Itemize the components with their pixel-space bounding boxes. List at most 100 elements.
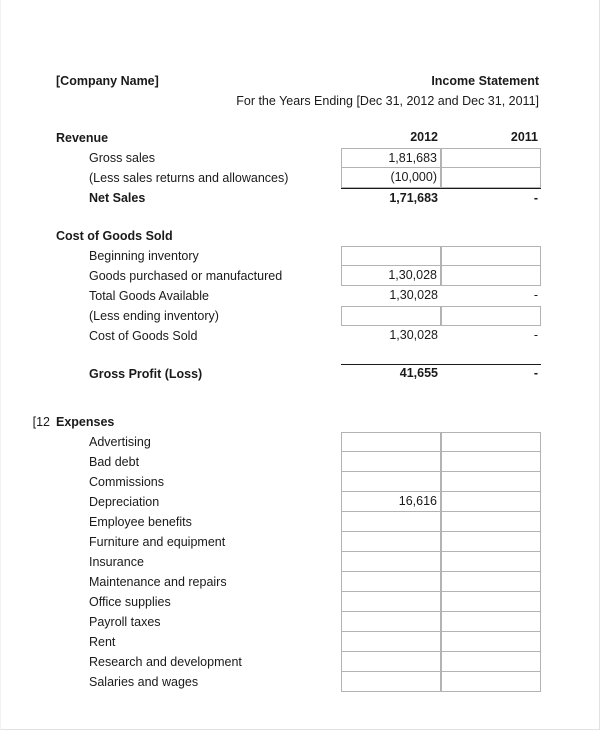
value-cell-2011[interactable]	[441, 452, 541, 472]
table-row: Office supplies	[1, 592, 599, 612]
table-row-subtotal: Total Goods Available 1,30,028 -	[1, 286, 599, 306]
table-row: Salaries and wages	[1, 672, 599, 692]
column-header-2011: 2011	[510, 130, 538, 144]
margin-note: 12]	[32, 415, 50, 429]
value-cell-2011[interactable]	[441, 148, 541, 168]
value-cell-2011[interactable]	[441, 472, 541, 492]
value-cell-2011[interactable]	[441, 632, 541, 652]
value-cell-2012[interactable]: 16,616	[341, 492, 441, 512]
company-name: [Company Name]	[56, 74, 159, 88]
value-cell-2012[interactable]	[341, 452, 441, 472]
line-item-label: Furniture and equipment	[89, 534, 226, 549]
section-heading-cost-of-goods-sold: Cost of Goods Sold	[56, 228, 173, 243]
total-cell-2012: 1,71,683	[341, 188, 441, 208]
line-item-label: (Less ending inventory)	[89, 308, 219, 323]
statement-body: Revenue 2012 2011 Gross sales 1,81,683 (…	[1, 128, 599, 692]
value-cell-2012[interactable]	[341, 306, 441, 326]
value-cell-2011[interactable]	[441, 492, 541, 512]
value-cell-2011[interactable]	[441, 168, 541, 188]
table-row: Commissions	[1, 472, 599, 492]
table-row: Rent	[1, 632, 599, 652]
value-cell-2012[interactable]	[341, 632, 441, 652]
value-cell-2011[interactable]	[441, 306, 541, 326]
table-row: Research and development	[1, 652, 599, 672]
document-title: Income Statement	[431, 74, 539, 88]
line-item-label: Employee benefits	[89, 514, 192, 529]
table-row: Bad debt	[1, 452, 599, 472]
value-cell-2012[interactable]	[341, 432, 441, 452]
table-row: Employee benefits	[1, 512, 599, 532]
value-cell-2012[interactable]: 1,30,028	[341, 266, 441, 286]
revenue-heading-row: Revenue 2012 2011	[1, 128, 599, 148]
table-row: Maintenance and repairs	[1, 572, 599, 592]
value-cell-2012[interactable]: 1,81,683	[341, 148, 441, 168]
table-row-subtotal: Cost of Goods Sold 1,30,028 -	[1, 326, 599, 346]
subtotal-label-cost-of-goods-sold: Cost of Goods Sold	[89, 328, 198, 343]
value-cell-2011[interactable]	[441, 652, 541, 672]
table-row: Insurance	[1, 552, 599, 572]
value-cell-2012[interactable]: (10,000)	[341, 168, 441, 188]
subtotal-label-total-goods-available: Total Goods Available	[89, 288, 209, 303]
line-item-label: Depreciation	[89, 494, 160, 509]
value-cell-2011[interactable]	[441, 432, 541, 452]
line-item-label: Insurance	[89, 554, 144, 569]
value-cell-2012[interactable]	[341, 532, 441, 552]
value-cell-2012[interactable]	[341, 472, 441, 492]
income-statement-document: [Company Name] Income Statement For the …	[0, 0, 600, 730]
line-item-label: Rent	[89, 634, 116, 649]
table-row: (Less ending inventory)	[1, 306, 599, 326]
value-cell-2012[interactable]	[341, 652, 441, 672]
value-cell-2012[interactable]	[341, 612, 441, 632]
value-cell-2011[interactable]	[441, 532, 541, 552]
value-cell-2012[interactable]	[341, 512, 441, 532]
value-cell-2011[interactable]	[441, 512, 541, 532]
table-row: (Less sales returns and allowances) (10,…	[1, 168, 599, 188]
value-cell-2012[interactable]	[341, 672, 441, 692]
line-item-label: Gross sales	[89, 150, 155, 165]
subtotal-cell-2012: 1,30,028	[389, 288, 438, 302]
table-row: Furniture and equipment	[1, 532, 599, 552]
line-item-label: Advertising	[89, 434, 151, 449]
expenses-heading-row: 12] Expenses	[1, 412, 599, 432]
subtotal-cell-2011: -	[533, 328, 538, 342]
value-cell-2012[interactable]	[341, 552, 441, 572]
value-cell-2011[interactable]	[441, 266, 541, 286]
subtotal-cell-2012: 1,30,028	[389, 328, 438, 342]
value-cell-2012[interactable]	[341, 592, 441, 612]
subtotal-cell-2011: -	[533, 288, 538, 302]
value-cell-2012[interactable]	[341, 246, 441, 266]
gross-profit-row: Gross Profit (Loss) 41,655 -	[1, 364, 599, 384]
line-item-label: Research and development	[89, 654, 242, 669]
table-row: Gross sales 1,81,683	[1, 148, 599, 168]
line-item-label: Payroll taxes	[89, 614, 161, 629]
line-item-label: Commissions	[89, 474, 165, 489]
value-cell-2011[interactable]	[441, 612, 541, 632]
line-item-label: Goods purchased or manufactured	[89, 268, 283, 283]
line-item-label: Salaries and wages	[89, 674, 199, 689]
table-row: Goods purchased or manufactured 1,30,028	[1, 266, 599, 286]
value-cell-2012[interactable]	[341, 572, 441, 592]
value-cell-2011[interactable]	[441, 246, 541, 266]
cogs-heading-row: Cost of Goods Sold	[1, 226, 599, 246]
value-cell-2011[interactable]	[441, 592, 541, 612]
value-cell-2011[interactable]	[441, 552, 541, 572]
section-heading-expenses: Expenses	[56, 414, 115, 429]
gross-profit-cell-2011: -	[533, 366, 538, 380]
column-header-2012: 2012	[410, 130, 438, 144]
section-heading-revenue: Revenue	[56, 130, 109, 145]
value-cell-2011[interactable]	[441, 672, 541, 692]
total-cell-2011: -	[441, 188, 541, 208]
gross-profit-label: Gross Profit (Loss)	[89, 366, 203, 381]
table-row: Depreciation 16,616	[1, 492, 599, 512]
line-item-label: Maintenance and repairs	[89, 574, 227, 589]
document-header: [Company Name] Income Statement For the …	[1, 70, 599, 116]
table-row-total: Net Sales 1,71,683 -	[1, 188, 599, 208]
value-cell-2011[interactable]	[441, 572, 541, 592]
table-row: Advertising	[1, 432, 599, 452]
line-item-label: Bad debt	[89, 454, 140, 469]
line-item-label: Office supplies	[89, 594, 171, 609]
